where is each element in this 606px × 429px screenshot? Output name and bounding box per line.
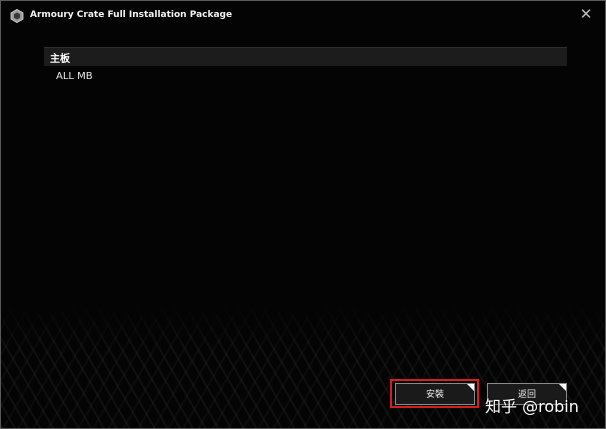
section-header-motherboard: 主板 [44,47,567,66]
list-item: ALL MB [56,71,93,82]
installer-window: Armoury Crate Full Installation Package … [0,0,606,429]
title-bar: Armoury Crate Full Installation Package … [1,1,605,31]
window-title: Armoury Crate Full Installation Package [30,10,233,20]
close-icon[interactable]: ✕ [577,5,595,23]
install-button[interactable]: 安裝 [395,383,475,405]
watermark: 知乎 @robin [485,397,579,416]
section-header-label: 主板 [50,54,70,65]
app-hexagon-icon [10,9,24,23]
